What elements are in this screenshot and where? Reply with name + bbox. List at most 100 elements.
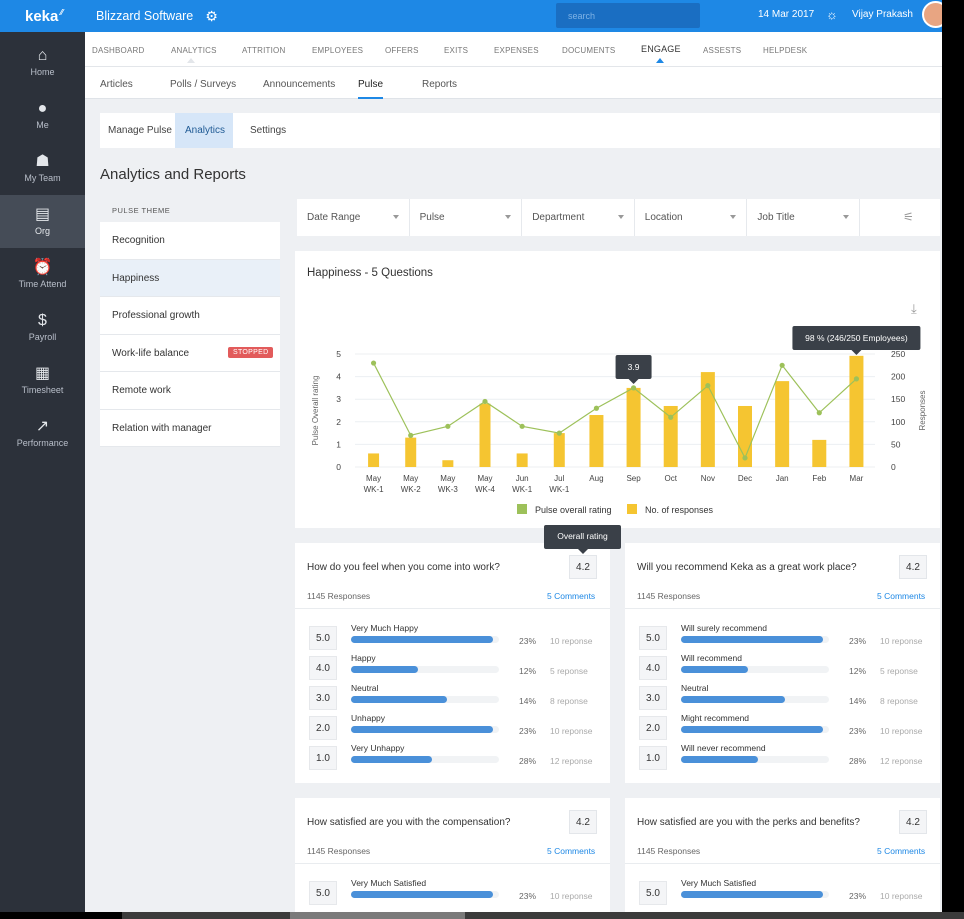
answer-row: 2.0 Might recommend 23% 10 reponse bbox=[625, 713, 940, 746]
theme-item[interactable]: Recognition bbox=[100, 222, 280, 260]
page-title: Analytics and Reports bbox=[100, 166, 246, 183]
sidebar-item-performance[interactable]: ↗ Performance bbox=[0, 407, 85, 460]
x-tick-label: Jan bbox=[776, 474, 789, 483]
nav-assests[interactable]: ASSESTS bbox=[703, 46, 741, 55]
answer-count: 12 reponse bbox=[550, 756, 593, 766]
sidebar-item-time-attend[interactable]: ⏰ Time Attend bbox=[0, 248, 85, 301]
filter-department[interactable]: Department bbox=[522, 199, 635, 236]
theme-item[interactable]: Work-life balance STOPPED bbox=[100, 335, 280, 372]
tab-settings[interactable]: Settings bbox=[250, 125, 286, 136]
nav-attrition[interactable]: ATTRITION bbox=[242, 46, 285, 55]
point-overall-rating bbox=[593, 405, 600, 411]
filter-job-title[interactable]: Job Title bbox=[747, 199, 860, 236]
answer-percent: 23% bbox=[849, 891, 867, 901]
answer-label: Very Much Satisfied bbox=[681, 878, 757, 888]
comments-link[interactable]: 5 Comments bbox=[547, 846, 595, 856]
subnav-pulse[interactable]: Pulse bbox=[358, 79, 383, 90]
comments-link[interactable]: 5 Comments bbox=[877, 591, 925, 601]
chart-tooltip-text: 98 % (246/250 Employees) bbox=[805, 333, 908, 343]
answer-bar-track bbox=[681, 636, 829, 643]
answer-percent: 23% bbox=[519, 891, 537, 901]
filter-settings-icon[interactable]: ⚟ bbox=[903, 210, 914, 224]
filter-label: Pulse bbox=[419, 212, 445, 223]
avatar[interactable] bbox=[922, 1, 942, 28]
comments-link[interactable]: 5 Comments bbox=[877, 846, 925, 856]
nav-analytics[interactable]: ANALYTICS bbox=[171, 46, 217, 55]
answer-value: 1.0 bbox=[639, 746, 667, 770]
tab-analytics[interactable]: Analytics bbox=[175, 113, 233, 148]
sidebar-item-my-team[interactable]: ☗ My Team bbox=[0, 142, 85, 195]
filter-location[interactable]: Location bbox=[635, 199, 748, 236]
answer-count: 10 reponse bbox=[880, 636, 923, 646]
answer-bar-fill bbox=[351, 891, 494, 898]
gear-icon[interactable]: ⚙ bbox=[205, 8, 218, 25]
logo-spark-icon: ⁄⁄ bbox=[60, 7, 64, 17]
sidebar-item-label: My Team bbox=[24, 173, 61, 183]
nav-offers[interactable]: OFFERS bbox=[385, 46, 419, 55]
nav-helpdesk[interactable]: HELPDESK bbox=[763, 46, 807, 55]
answer-value: 5.0 bbox=[309, 881, 337, 905]
home-icon: ⌂ bbox=[37, 47, 48, 64]
overall-score: 4.2 bbox=[569, 555, 597, 579]
answer-row: 1.0 Will never recommend 28% 12 reponse bbox=[625, 743, 940, 776]
subnav-articles[interactable]: Articles bbox=[100, 79, 133, 90]
sidebar-item-label: Time Attend bbox=[18, 279, 67, 289]
overall-score: 4.2 bbox=[899, 810, 927, 834]
sidebar-item-org[interactable]: ▤ Org bbox=[0, 195, 85, 248]
chevron-down-icon bbox=[842, 215, 849, 219]
trend-up-icon: ↗ bbox=[35, 418, 50, 435]
x-tick-label: Sep bbox=[626, 474, 641, 483]
nav-expenses[interactable]: EXPENSES bbox=[494, 46, 539, 55]
subnav-reports[interactable]: Reports bbox=[422, 79, 457, 90]
sidebar-item-label: Performance bbox=[16, 438, 69, 448]
pulse-theme-list: PULSE THEME Recognition Happiness Professi… bbox=[100, 198, 280, 447]
subnav-announcements[interactable]: Announcements bbox=[263, 79, 335, 90]
point-overall-rating bbox=[408, 432, 414, 438]
theme-label: Remote work bbox=[112, 385, 171, 396]
bar-responses bbox=[589, 415, 604, 467]
nav-exits[interactable]: EXITS bbox=[444, 46, 468, 55]
sidebar-item-payroll[interactable]: $ Payroll bbox=[0, 301, 85, 354]
theme-label: Professional growth bbox=[112, 310, 200, 321]
sidebar-item-home[interactable]: ⌂ Home bbox=[0, 36, 85, 89]
filter-date-range[interactable]: Date Range bbox=[297, 199, 410, 236]
answer-count: 5 reponse bbox=[880, 666, 918, 676]
keka-logo[interactable]: keka ⁄⁄ bbox=[0, 0, 85, 32]
nav-documents[interactable]: DOCUMENTS bbox=[562, 46, 615, 55]
status-badge: STOPPED bbox=[228, 346, 274, 358]
legend-swatch bbox=[517, 504, 527, 514]
sidebar-item-timesheet[interactable]: ▦ Timesheet bbox=[0, 354, 85, 407]
y-tick-label: 5 bbox=[336, 349, 341, 359]
search-input[interactable]: search bbox=[556, 3, 700, 28]
answer-bar-track bbox=[681, 696, 829, 703]
answer-value: 5.0 bbox=[639, 881, 667, 905]
theme-item[interactable]: Relation with manager bbox=[100, 410, 280, 447]
nav-employees[interactable]: EMPLOYEES bbox=[312, 46, 363, 55]
x-tick-label: Feb bbox=[812, 474, 826, 483]
theme-label: Work-life balance bbox=[112, 347, 190, 359]
active-nav-caret-icon bbox=[656, 58, 664, 63]
point-overall-rating bbox=[370, 360, 377, 366]
theme-item[interactable]: Professional growth bbox=[100, 297, 280, 335]
tab-manage-pulse[interactable]: Manage Pulse bbox=[108, 125, 172, 136]
analytics-caret-icon bbox=[187, 58, 195, 63]
comments-link[interactable]: 5 Comments bbox=[547, 591, 595, 601]
question-card: Will you recommend Keka as a great work … bbox=[625, 543, 940, 783]
y2-axis-label: Responses bbox=[918, 390, 927, 430]
y-tick-label: 3 bbox=[336, 394, 341, 404]
company-name[interactable]: Blizzard Software bbox=[96, 9, 193, 23]
user-name[interactable]: Vijay Prakash bbox=[852, 9, 913, 20]
answer-value: 2.0 bbox=[309, 716, 337, 740]
question-text: How satisfied are you with the perks and… bbox=[637, 817, 860, 828]
theme-item[interactable]: Happiness bbox=[100, 259, 280, 297]
nav-dashboard[interactable]: DASHBOARD bbox=[92, 46, 144, 55]
filter-pulse[interactable]: Pulse bbox=[410, 199, 523, 236]
nav-engage[interactable]: ENGAGE bbox=[641, 44, 681, 54]
y2-tick-label: 250 bbox=[891, 349, 905, 359]
point-overall-rating bbox=[742, 455, 748, 461]
answer-value: 3.0 bbox=[639, 686, 667, 710]
sidebar-item-me[interactable]: ● Me bbox=[0, 89, 85, 142]
overall-rating-tooltip: Overall rating bbox=[544, 525, 621, 554]
theme-item[interactable]: Remote work bbox=[100, 372, 280, 410]
subnav-polls-surveys[interactable]: Polls / Surveys bbox=[170, 79, 236, 90]
